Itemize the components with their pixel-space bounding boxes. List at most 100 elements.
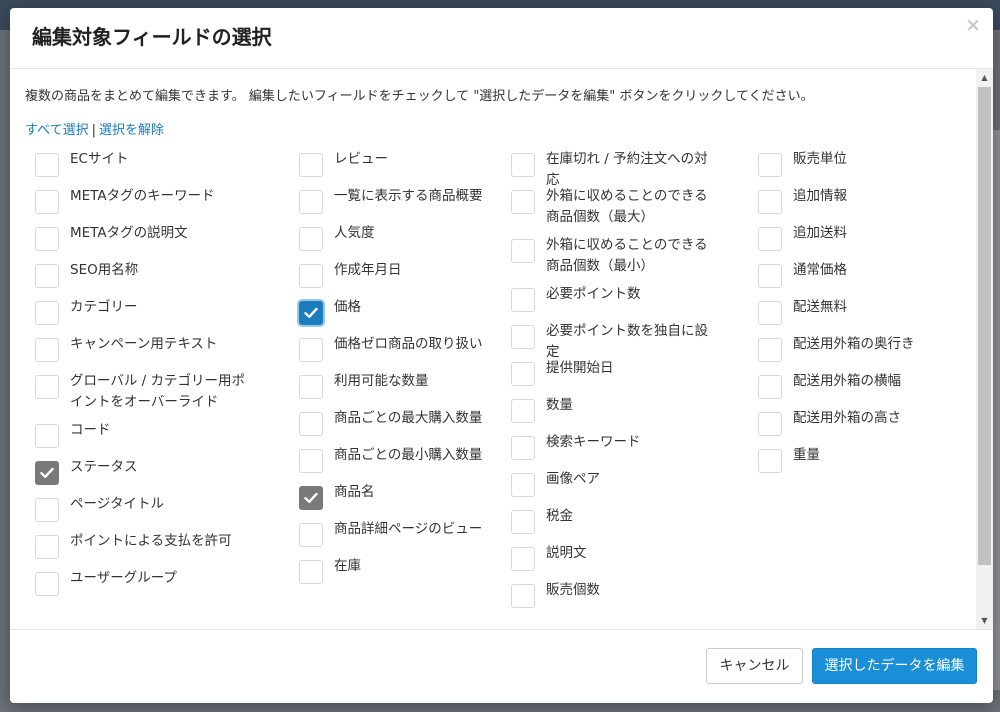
field-checkbox[interactable] (511, 436, 535, 460)
field-checkbox[interactable] (299, 301, 323, 325)
field-label: 配送用外箱の横幅 (793, 373, 901, 389)
field-label: カテゴリー (70, 299, 138, 315)
field-label: 在庫 (334, 558, 361, 574)
field-label: 必要ポイント数を独自に設定 (546, 323, 708, 360)
field-label: 税金 (546, 508, 573, 524)
field-checkbox[interactable] (511, 362, 535, 386)
field-checkbox[interactable] (758, 412, 782, 436)
field-label: 追加情報 (793, 188, 847, 204)
scroll-thumb[interactable] (978, 87, 991, 565)
field-checkbox[interactable] (511, 473, 535, 497)
field-label: METAタグの説明文 (70, 225, 188, 241)
close-icon[interactable]: × (965, 14, 981, 36)
field-checkbox[interactable] (758, 190, 782, 214)
field-checkbox[interactable] (758, 449, 782, 473)
field-label: 重量 (793, 447, 820, 463)
modal-scrollbar[interactable]: ▲ ▼ (976, 69, 993, 629)
field-label: 価格ゼロ商品の取り扱い (334, 336, 483, 352)
field-label: 外箱に収めることのできる商品個数（最小） (546, 237, 708, 274)
field-checkbox[interactable] (511, 325, 535, 349)
field-label: 配送用外箱の高さ (793, 410, 901, 426)
scroll-down-arrow-icon[interactable]: ▼ (976, 612, 993, 629)
field-label: ECサイト (70, 151, 129, 167)
field-checkbox[interactable] (511, 288, 535, 312)
field-checkbox[interactable] (35, 461, 59, 485)
field-label: 画像ペア (546, 471, 600, 487)
field-checkbox[interactable] (511, 239, 535, 263)
field-checkbox[interactable] (758, 375, 782, 399)
modal-footer: キャンセル 選択したデータを編集 (10, 629, 993, 703)
field-checkbox[interactable] (511, 510, 535, 534)
field-label: 販売個数 (546, 582, 600, 598)
field-label: 提供開始日 (546, 360, 614, 376)
field-label: 一覧に表示する商品概要 (334, 188, 483, 204)
field-checkbox[interactable] (299, 338, 323, 362)
field-label: ユーザーグループ (70, 570, 177, 586)
field-checkbox[interactable] (758, 153, 782, 177)
field-checkbox[interactable] (511, 190, 535, 214)
field-label: 配送無料 (793, 299, 847, 315)
field-checkbox[interactable] (35, 375, 59, 399)
field-checkbox[interactable] (35, 301, 59, 325)
field-checkbox[interactable] (511, 153, 535, 177)
field-checkbox[interactable] (35, 424, 59, 448)
field-checkbox[interactable] (35, 572, 59, 596)
field-checkbox[interactable] (299, 412, 323, 436)
field-label: METAタグのキーワード (70, 188, 215, 204)
field-checkbox[interactable] (299, 375, 323, 399)
field-checkbox[interactable] (299, 486, 323, 510)
field-label: レビュー (334, 151, 388, 167)
field-checkbox[interactable] (299, 227, 323, 251)
field-checkbox[interactable] (511, 547, 535, 571)
field-checkbox[interactable] (35, 498, 59, 522)
field-label: 追加送料 (793, 225, 847, 241)
field-label: ポイントによる支払を許可 (70, 533, 232, 549)
field-label: 数量 (546, 397, 573, 413)
cancel-button[interactable]: キャンセル (706, 648, 803, 684)
field-checkbox[interactable] (299, 190, 323, 214)
field-label: ステータス (70, 459, 138, 475)
field-checkbox[interactable] (758, 227, 782, 251)
field-checkbox[interactable] (299, 523, 323, 547)
background-right-panel (992, 130, 1000, 690)
field-checkbox[interactable] (35, 227, 59, 251)
modal-title: 編集対象フィールドの選択 (32, 25, 272, 49)
field-label: 販売単位 (793, 151, 847, 167)
check-icon (304, 307, 318, 318)
field-checkbox[interactable] (758, 301, 782, 325)
field-checkbox[interactable] (511, 399, 535, 423)
field-checkbox[interactable] (299, 560, 323, 584)
field-checkbox[interactable] (35, 338, 59, 362)
field-label: SEO用名称 (70, 262, 139, 278)
modal-header: 編集対象フィールドの選択 × (10, 8, 993, 69)
field-label: 商品ごとの最小購入数量 (334, 447, 483, 463)
field-checkbox[interactable] (35, 535, 59, 559)
field-checkbox[interactable] (299, 449, 323, 473)
field-label: 商品ごとの最大購入数量 (334, 410, 483, 426)
field-label: ページタイトル (70, 496, 164, 512)
field-checkbox[interactable] (35, 153, 59, 177)
field-label: 検索キーワード (546, 434, 641, 450)
check-icon (304, 492, 318, 503)
field-label: コード (70, 422, 111, 438)
field-label: 配送用外箱の奥行き (793, 336, 915, 352)
field-label: 外箱に収めることのできる商品個数（最大） (546, 188, 708, 225)
field-checkbox[interactable] (299, 153, 323, 177)
field-label: 説明文 (546, 545, 587, 561)
field-checkbox-grid: ECサイト METAタグのキーワード METAタグの説明文 SEO用名称 カテゴリーキャ… (10, 69, 976, 629)
scroll-up-arrow-icon[interactable]: ▲ (976, 69, 993, 86)
field-checkbox[interactable] (299, 264, 323, 288)
field-checkbox[interactable] (35, 264, 59, 288)
field-label: 価格 (334, 299, 361, 315)
field-checkbox[interactable] (35, 190, 59, 214)
field-checkbox[interactable] (758, 338, 782, 362)
field-label: 必要ポイント数 (546, 286, 641, 302)
edit-selected-button[interactable]: 選択したデータを編集 (812, 648, 977, 684)
field-checkbox[interactable] (758, 264, 782, 288)
field-label: キャンペーン用テキスト (70, 336, 218, 352)
field-label: 作成年月日 (334, 262, 402, 278)
field-label: 商品詳細ページのビュー (334, 521, 483, 537)
field-checkbox[interactable] (511, 584, 535, 608)
check-icon (40, 467, 54, 478)
field-label: グローバル / カテゴリー用ポイントをオーバーライド (70, 373, 245, 410)
